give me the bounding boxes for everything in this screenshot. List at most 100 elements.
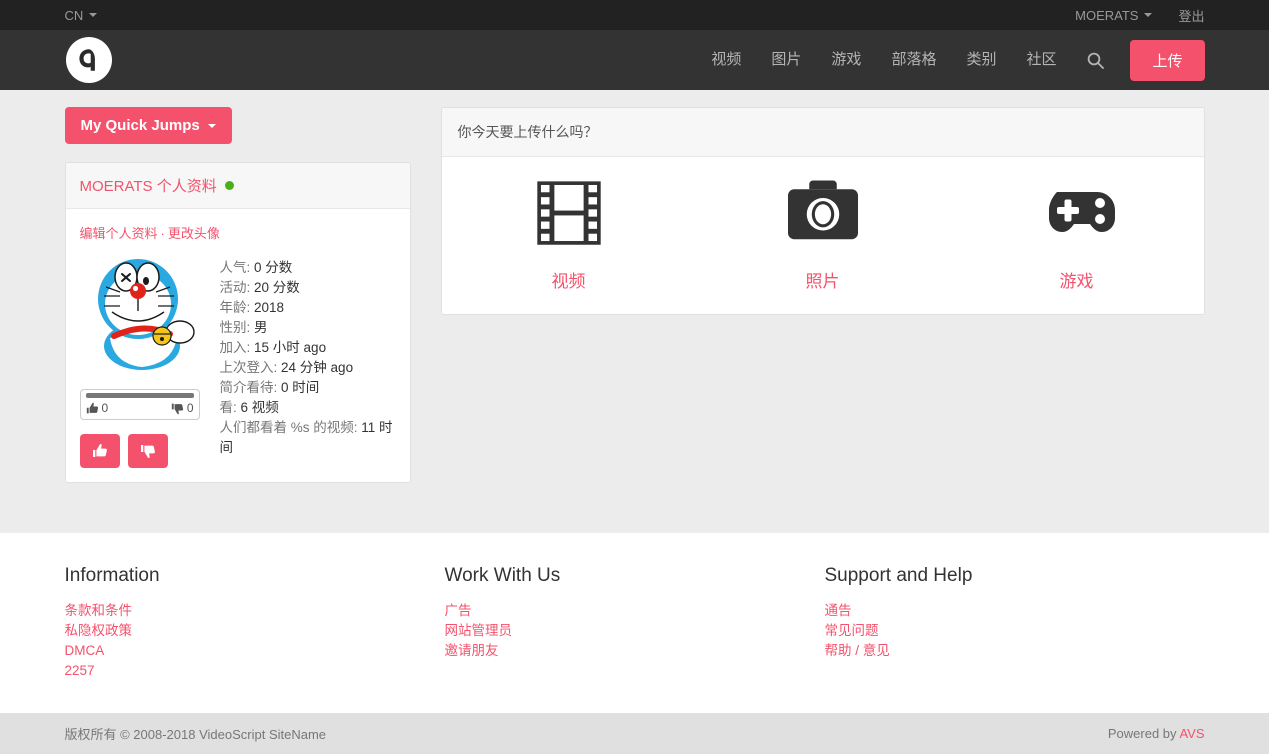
footer-link-invite-friends[interactable]: 邀请朋友 <box>445 641 810 661</box>
powered-by-link[interactable]: AVS <box>1179 726 1204 741</box>
language-selector[interactable]: CN <box>65 8 98 23</box>
stat-row: 人气: 0 分数 <box>220 258 396 278</box>
camera-icon <box>783 173 863 253</box>
footer-link-dmca[interactable]: DMCA <box>65 641 430 661</box>
search-icon[interactable] <box>1071 52 1120 69</box>
chevron-down-icon <box>89 13 98 17</box>
footer-link-advertise[interactable]: 广告 <box>445 601 810 621</box>
thumbs-down-count: 0 <box>186 401 194 415</box>
stat-row: 上次登入: 24 分钟 ago <box>220 358 396 378</box>
footer-link-2257[interactable]: 2257 <box>65 661 430 681</box>
stat-value: 6 视频 <box>240 400 279 415</box>
nav-item-community[interactable]: 社区 <box>1011 30 1071 90</box>
copyright-text: 版权所有 © 2008-2018 VideoScript SiteName <box>64 727 327 742</box>
nav-item-videos[interactable]: 视频 <box>696 30 756 90</box>
rating-box: 0 0 <box>79 389 200 420</box>
upload-panel-heading: 你今天要上传什么吗？ <box>441 108 1204 157</box>
footer-link-help-feedback[interactable]: 帮助 / 意见 <box>825 641 1190 661</box>
stat-row: 性别: 男 <box>220 318 396 338</box>
stat-row: 加入: 15 小时 ago <box>220 338 396 358</box>
thumbs-down-icon <box>171 403 183 414</box>
footer-link-webmasters[interactable]: 网站管理员 <box>445 621 810 641</box>
change-avatar-link[interactable]: 更改头像 <box>168 226 220 241</box>
upload-panel: 你今天要上传什么吗？ 视频 照片 游戏 <box>440 107 1205 315</box>
footer-column-title: Information <box>64 565 160 586</box>
upload-options: 视频 照片 游戏 <box>442 157 1204 314</box>
user-menu[interactable]: MOERATS <box>1075 7 1153 23</box>
profile-edit-links: 编辑个人资料 · 更改头像 <box>80 223 396 242</box>
stat-value: 2018 <box>254 300 285 315</box>
stat-value: 24 分钟 ago <box>281 360 354 375</box>
stat-row: 人们都看着 %s 的视频: 11 时间 <box>220 418 396 458</box>
chevron-down-icon <box>207 123 216 128</box>
footer-link-privacy[interactable]: 私隐权政策 <box>65 621 430 641</box>
vote-down-button[interactable] <box>127 434 168 468</box>
stat-label: 加入: <box>219 340 251 355</box>
nav-item-games[interactable]: 游戏 <box>816 30 876 90</box>
upload-option-video[interactable]: 视频 <box>442 173 696 292</box>
footer-link-announcements[interactable]: 通告 <box>825 601 1190 621</box>
top-utility-bar: CN MOERATS 登出 <box>0 0 1269 30</box>
film-icon <box>530 173 608 253</box>
footer-link-terms[interactable]: 条款和条件 <box>65 601 430 621</box>
stat-row: 年龄: 2018 <box>220 298 396 318</box>
vote-up-button[interactable] <box>79 434 120 468</box>
main-navbar: 视频 图片 游戏 部落格 类别 社区 上传 <box>0 30 1269 90</box>
stat-value: 15 小时 ago <box>254 340 327 355</box>
logout-link[interactable]: 登出 <box>1178 6 1204 25</box>
upload-option-game-label: 游戏 <box>1059 272 1094 291</box>
thumbs-down-count-group: 0 <box>171 401 194 415</box>
quick-jumps-label: My Quick Jumps <box>80 117 200 134</box>
stat-row: 活动: 20 分数 <box>220 278 396 298</box>
upload-option-photo[interactable]: 照片 <box>696 173 950 292</box>
footer-column-work-with-us: Work With Us 广告 网站管理员 邀请朋友 <box>445 565 825 681</box>
upload-option-game[interactable]: 游戏 <box>950 173 1204 292</box>
topbar-right-group: MOERATS 登出 <box>1049 6 1204 25</box>
stat-value: 男 <box>254 320 268 335</box>
upload-button[interactable]: 上传 <box>1130 39 1205 81</box>
profile-stats-list: 人气: 0 分数 活动: 20 分数 年龄: 2018 性别: 男 加入: 15… <box>206 254 396 468</box>
site-logo[interactable] <box>65 37 112 83</box>
edit-profile-link[interactable]: 编辑个人资料 <box>80 226 158 241</box>
thumbs-down-icon <box>140 445 155 459</box>
stat-label: 性别: <box>219 320 251 335</box>
stat-label: 人们都看着 %s 的视频: <box>219 420 358 435</box>
link-separator: · <box>160 226 165 241</box>
avatar-column: 0 0 <box>79 254 206 468</box>
stat-value: 0 分数 <box>254 260 293 275</box>
footer-column-information: Information 条款和条件 私隐权政策 DMCA 2257 <box>65 565 445 681</box>
upload-option-photo-label: 照片 <box>805 272 840 291</box>
footer-column-title: Work With Us <box>444 565 561 586</box>
profile-panel-body: 编辑个人资料 · 更改头像 0 0 人气: 0 分数 活动: 20 分数 年龄:… <box>66 209 410 482</box>
quick-jumps-button[interactable]: My Quick Jumps <box>64 107 232 144</box>
stat-row: 看: 6 视频 <box>220 398 396 418</box>
powered-by: Powered by AVS <box>1108 726 1205 741</box>
stat-label: 人气: <box>219 260 251 275</box>
profile-title-label: MOERATS 个人资料 <box>79 178 217 195</box>
footer-column-support: Support and Help 通告 常见问题 帮助 / 意见 <box>825 565 1205 681</box>
stat-label: 年龄: <box>219 300 251 315</box>
thumbs-up-icon <box>86 402 98 413</box>
footer-link-faq[interactable]: 常见问题 <box>825 621 1190 641</box>
nav-item-blog[interactable]: 部落格 <box>876 30 951 90</box>
nav-links-group: 视频 图片 游戏 部落格 类别 社区 上传 <box>696 30 1205 90</box>
right-column: 你今天要上传什么吗？ 视频 照片 游戏 <box>426 107 1205 315</box>
footer-column-title: Support and Help <box>824 565 973 586</box>
profile-panel: MOERATS 个人资料 编辑个人资料 · 更改头像 0 0 人气: 0 分数 … <box>64 162 411 483</box>
nav-item-categories[interactable]: 类别 <box>951 30 1011 90</box>
stat-value: 0 时间 <box>281 380 320 395</box>
profile-panel-header: MOERATS 个人资料 <box>65 163 410 209</box>
powered-by-prefix: Powered by <box>1107 726 1180 741</box>
username-label: MOERATS <box>1075 7 1139 23</box>
thumbs-up-icon <box>92 443 107 457</box>
upload-option-video-label: 视频 <box>551 272 586 291</box>
logo-a-icon <box>71 43 106 77</box>
main-content: My Quick Jumps MOERATS 个人资料 编辑个人资料 · 更改头像 <box>64 90 1205 483</box>
site-footer: Information 条款和条件 私隐权政策 DMCA 2257 Work W… <box>0 533 1269 713</box>
online-status-dot <box>224 181 234 190</box>
chevron-down-icon <box>1144 13 1153 17</box>
stat-row: 简介看待: 0 时间 <box>220 378 396 398</box>
nav-item-photos[interactable]: 图片 <box>756 30 816 90</box>
avatar[interactable] <box>80 254 206 375</box>
vote-buttons <box>79 434 206 468</box>
